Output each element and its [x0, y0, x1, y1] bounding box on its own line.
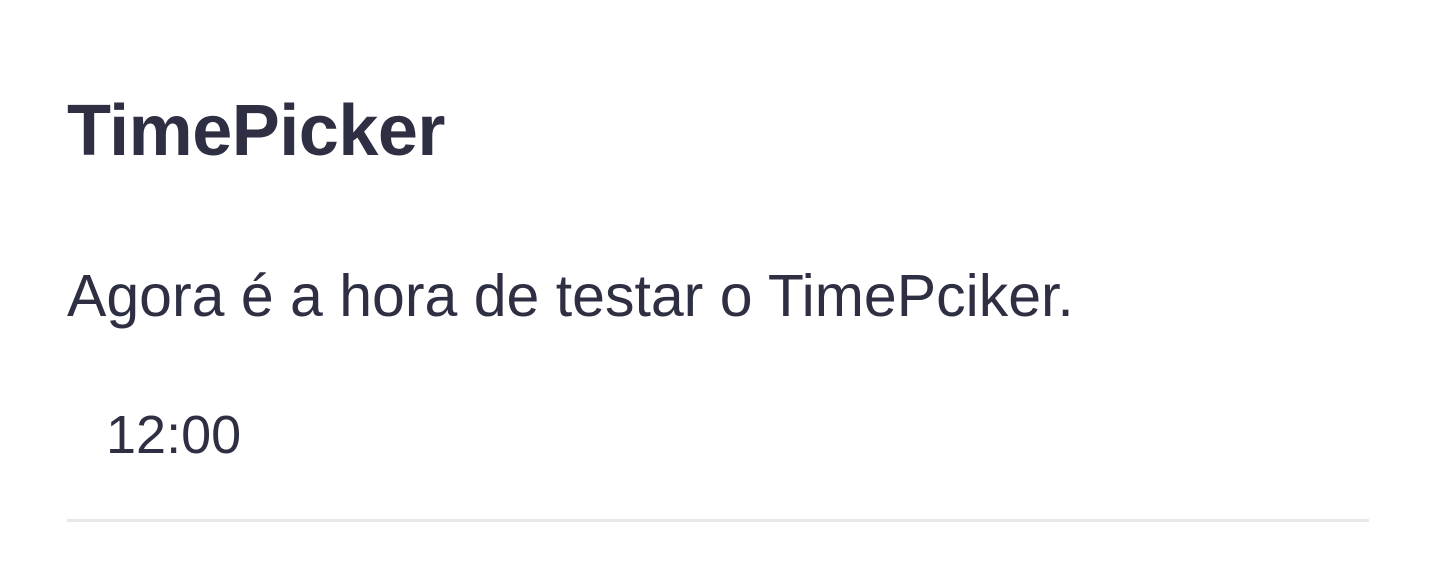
time-picker-value: 12:00: [106, 405, 242, 465]
page-description: Agora é a hora de testar o TimePciker.: [67, 263, 1074, 329]
page-title: TimePicker: [67, 91, 445, 171]
time-picker-field[interactable]: 12:00: [67, 396, 1369, 522]
